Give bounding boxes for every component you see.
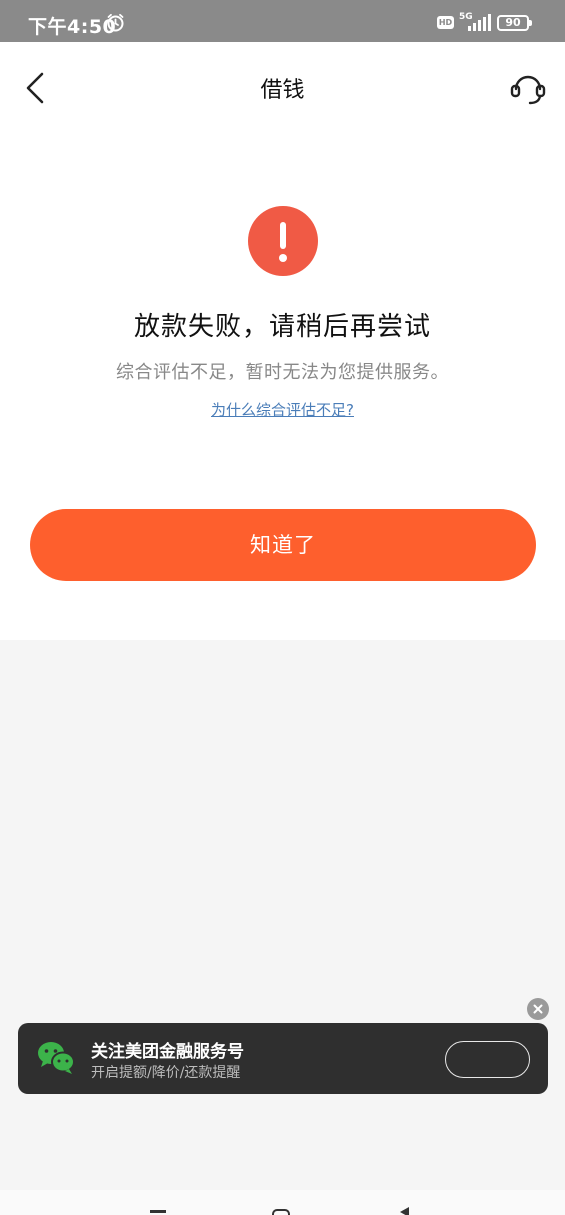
status-time: 下午4:50 [28,16,117,38]
customer-service-icon[interactable] [508,68,548,108]
got-it-button[interactable]: 知道了 [30,509,536,581]
follow-account-banner: 关注美团金融服务号 开启提额/降价/还款提醒 [18,1023,548,1094]
close-icon [533,1004,543,1014]
banner-title: 关注美团金融服务号 [91,1042,244,1062]
page-title: 借钱 [260,78,305,103]
follow-button[interactable] [445,1041,530,1078]
alarm-icon [107,13,124,32]
banner-close-button[interactable] [527,998,549,1020]
recent-apps-icon[interactable] [150,1210,166,1213]
home-icon[interactable] [272,1209,290,1215]
result-description: 综合评估不足，暂时无法为您提供服务。 [116,362,449,383]
banner-subtitle: 开启提额/降价/还款提醒 [91,1065,241,1081]
signal-icon [468,14,491,31]
result-title: 放款失败，请稍后再尝试 [133,312,431,342]
result-panel: 借钱 放款失败，请稍后再尝试 综合评估不足，暂时无法为您提供服务。 为什么综合评… [0,42,565,640]
why-insufficient-link[interactable]: 为什么综合评估不足? [0,399,565,420]
battery-indicator: 90 [497,15,532,31]
wechat-icon [38,1042,75,1074]
error-icon [248,206,318,276]
status-bar: 下午4:50 HD 5G 90 [0,0,565,42]
system-back-icon[interactable] [400,1207,409,1215]
hd-badge: HD [437,16,454,29]
system-nav-bar [0,1190,565,1215]
